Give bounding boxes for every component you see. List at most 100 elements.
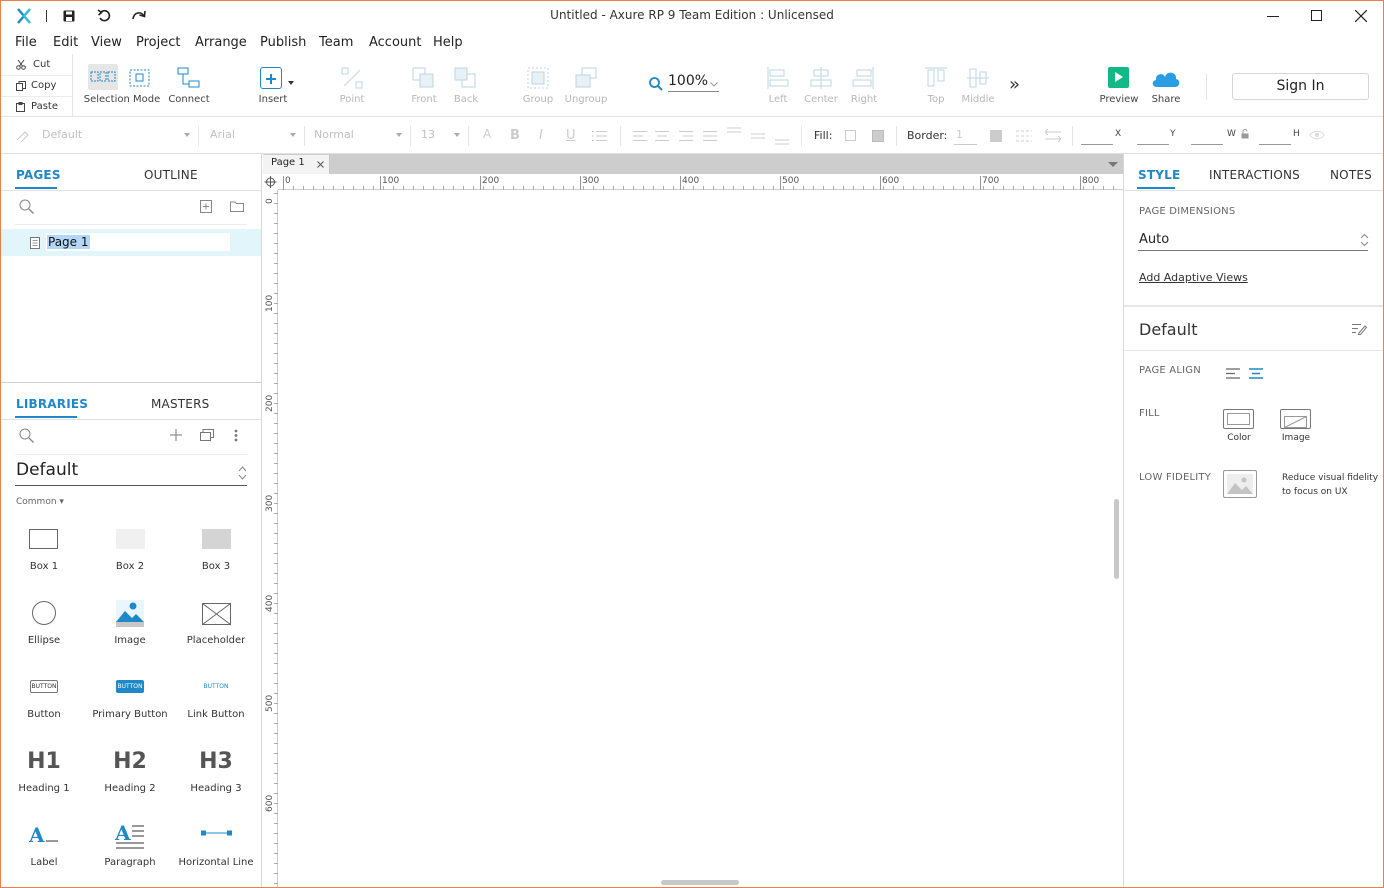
sign-in-button[interactable]: Sign In: [1232, 73, 1369, 100]
tab-libraries[interactable]: LIBRARIES: [16, 397, 88, 411]
align-right-icon[interactable]: [852, 67, 874, 89]
fill-color-button[interactable]: [1223, 409, 1254, 429]
horizontal-scrollbar[interactable]: [661, 880, 739, 885]
ellipse-icon[interactable]: [32, 601, 56, 625]
box2-icon[interactable]: [116, 529, 145, 549]
send-back-icon[interactable]: [454, 67, 478, 89]
heading1-icon[interactable]: H1: [1, 749, 87, 774]
add-adaptive-views-link[interactable]: Add Adaptive Views: [1139, 271, 1248, 284]
more-vertical-icon[interactable]: [234, 429, 238, 442]
insert-button[interactable]: [260, 67, 282, 89]
low-fidelity-toggle[interactable]: [1223, 470, 1257, 498]
menu-view[interactable]: View: [91, 35, 122, 50]
align-left-icon[interactable]: [767, 67, 789, 89]
cut-button[interactable]: Cut: [33, 59, 50, 70]
tab-notes[interactable]: NOTES: [1330, 168, 1372, 182]
library-search-icon[interactable]: [19, 428, 35, 444]
tab-list-dropdown-icon[interactable]: [1108, 162, 1118, 167]
text-color-icon[interactable]: A: [483, 127, 491, 141]
library-updown-icon[interactable]: [238, 465, 247, 481]
selection-contained-icon[interactable]: [129, 69, 151, 87]
selection-mode-button[interactable]: [88, 64, 118, 90]
menu-publish[interactable]: Publish: [260, 35, 306, 50]
maximize-icon[interactable]: [1311, 10, 1322, 21]
tab-interactions[interactable]: INTERACTIONS: [1209, 168, 1300, 182]
bring-front-icon[interactable]: [412, 67, 436, 89]
paragraph-widget-icon[interactable]: A: [115, 822, 145, 850]
w-field[interactable]: [1191, 144, 1223, 145]
fill-color-swatch[interactable]: [845, 130, 856, 141]
align-center-icon[interactable]: [809, 67, 833, 89]
minimize-icon[interactable]: [1267, 16, 1279, 17]
menu-file[interactable]: File: [15, 35, 37, 50]
vertical-align-icons[interactable]: [725, 127, 793, 145]
edit-style-icon[interactable]: [1351, 322, 1367, 335]
tab-close-icon[interactable]: [317, 161, 324, 168]
tab-pages[interactable]: PAGES: [16, 168, 61, 182]
border-width-value[interactable]: 1: [956, 128, 963, 141]
heading3-icon[interactable]: H3: [173, 749, 259, 774]
page-align-left-icon[interactable]: [1226, 368, 1240, 379]
bold-icon[interactable]: B: [510, 128, 520, 143]
menu-help[interactable]: Help: [433, 35, 463, 50]
menu-account[interactable]: Account: [369, 35, 422, 50]
page-dimensions-select[interactable]: Auto: [1139, 232, 1169, 247]
menu-project[interactable]: Project: [136, 35, 180, 50]
x-field[interactable]: [1081, 144, 1113, 145]
tab-outline[interactable]: OUTLINE: [144, 168, 198, 182]
library-selector[interactable]: Default: [16, 460, 78, 480]
button-widget-icon[interactable]: BUTTON: [30, 680, 58, 693]
share-cloud-icon[interactable]: [1150, 68, 1181, 88]
library-windows-icon[interactable]: [200, 429, 214, 441]
tab-style[interactable]: STYLE: [1138, 168, 1180, 182]
link-button-widget-icon[interactable]: BUTTON: [202, 680, 230, 693]
box3-icon[interactable]: [202, 529, 231, 549]
visibility-eye-icon[interactable]: [1309, 130, 1325, 140]
format-painter-icon[interactable]: [16, 130, 30, 142]
add-library-icon[interactable]: [170, 429, 182, 441]
border-style-icon[interactable]: [1016, 130, 1032, 142]
more-tools-icon[interactable]: »: [1009, 74, 1020, 95]
text-align-icons[interactable]: [633, 130, 725, 142]
ruler-origin-icon[interactable]: [263, 174, 278, 190]
page-list-item[interactable]: Page 1: [1, 229, 261, 256]
add-page-icon[interactable]: [200, 200, 212, 213]
border-color-swatch[interactable]: [990, 130, 1002, 142]
point-icon[interactable]: [341, 67, 363, 89]
copy-button[interactable]: Copy: [31, 80, 56, 91]
heading2-icon[interactable]: H2: [87, 749, 173, 774]
placeholder-icon[interactable]: [202, 603, 231, 625]
align-top-icon[interactable]: [925, 67, 947, 89]
insert-dropdown-icon[interactable]: [288, 81, 294, 85]
font-size-dropdown[interactable]: 13: [413, 126, 469, 146]
zoom-value[interactable]: 100%: [668, 73, 708, 89]
y-field[interactable]: [1137, 144, 1169, 145]
font-dropdown[interactable]: Arial: [203, 126, 305, 146]
menu-team[interactable]: Team: [319, 35, 353, 50]
connect-icon[interactable]: [177, 67, 201, 89]
common-group-toggle[interactable]: Common ▾: [16, 497, 64, 507]
box1-icon[interactable]: [29, 529, 58, 549]
font-weight-dropdown[interactable]: Normal: [307, 126, 411, 146]
menu-arrange[interactable]: Arrange: [195, 35, 247, 50]
vertical-scrollbar[interactable]: [1114, 499, 1119, 579]
menu-edit[interactable]: Edit: [53, 35, 78, 50]
horizontal-line-widget-icon[interactable]: [201, 829, 232, 837]
italic-icon[interactable]: I: [539, 128, 543, 143]
align-middle-icon[interactable]: [967, 67, 989, 89]
fill-shadow-icon[interactable]: [872, 130, 884, 142]
page-align-center-icon[interactable]: [1249, 368, 1263, 379]
bullet-list-icon[interactable]: [592, 130, 608, 142]
search-icon[interactable]: [19, 199, 35, 215]
underline-icon[interactable]: U: [566, 128, 576, 143]
tab-page-1[interactable]: Page 1: [263, 155, 330, 174]
group-icon[interactable]: [527, 67, 549, 89]
tab-masters[interactable]: MASTERS: [151, 397, 209, 411]
page-rename-input[interactable]: Page 1: [46, 233, 230, 251]
ungroup-icon[interactable]: [574, 67, 598, 89]
preview-icon[interactable]: [1108, 67, 1129, 88]
zoom-chevron-down-icon[interactable]: [710, 82, 718, 87]
dimensions-updown-icon[interactable]: [1360, 233, 1369, 247]
lock-icon[interactable]: [1241, 129, 1249, 139]
arrow-style-icon[interactable]: [1045, 129, 1061, 142]
